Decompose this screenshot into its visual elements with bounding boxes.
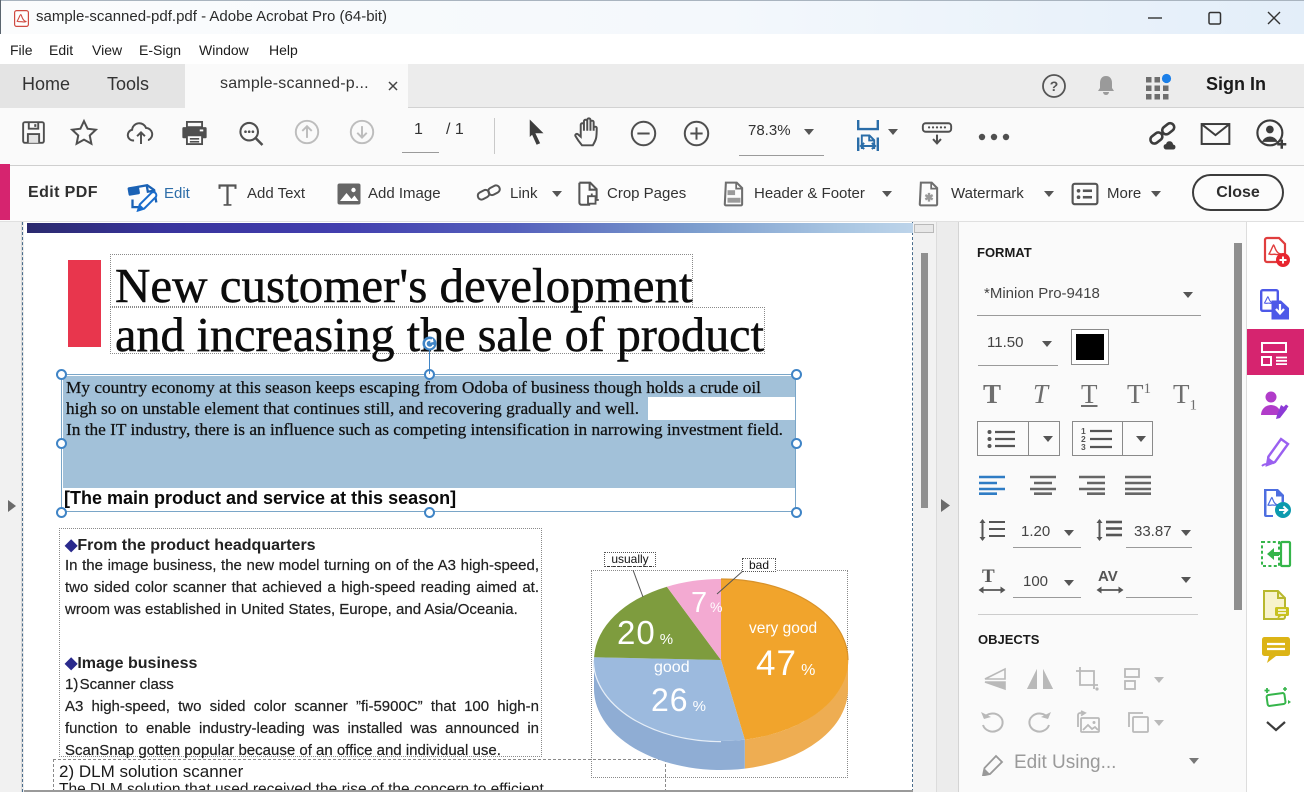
svg-text:?: ? <box>1050 78 1059 94</box>
svg-text:T: T <box>982 566 995 587</box>
svg-text:AV: AV <box>1098 568 1118 585</box>
svg-text:3: 3 <box>1081 442 1086 452</box>
